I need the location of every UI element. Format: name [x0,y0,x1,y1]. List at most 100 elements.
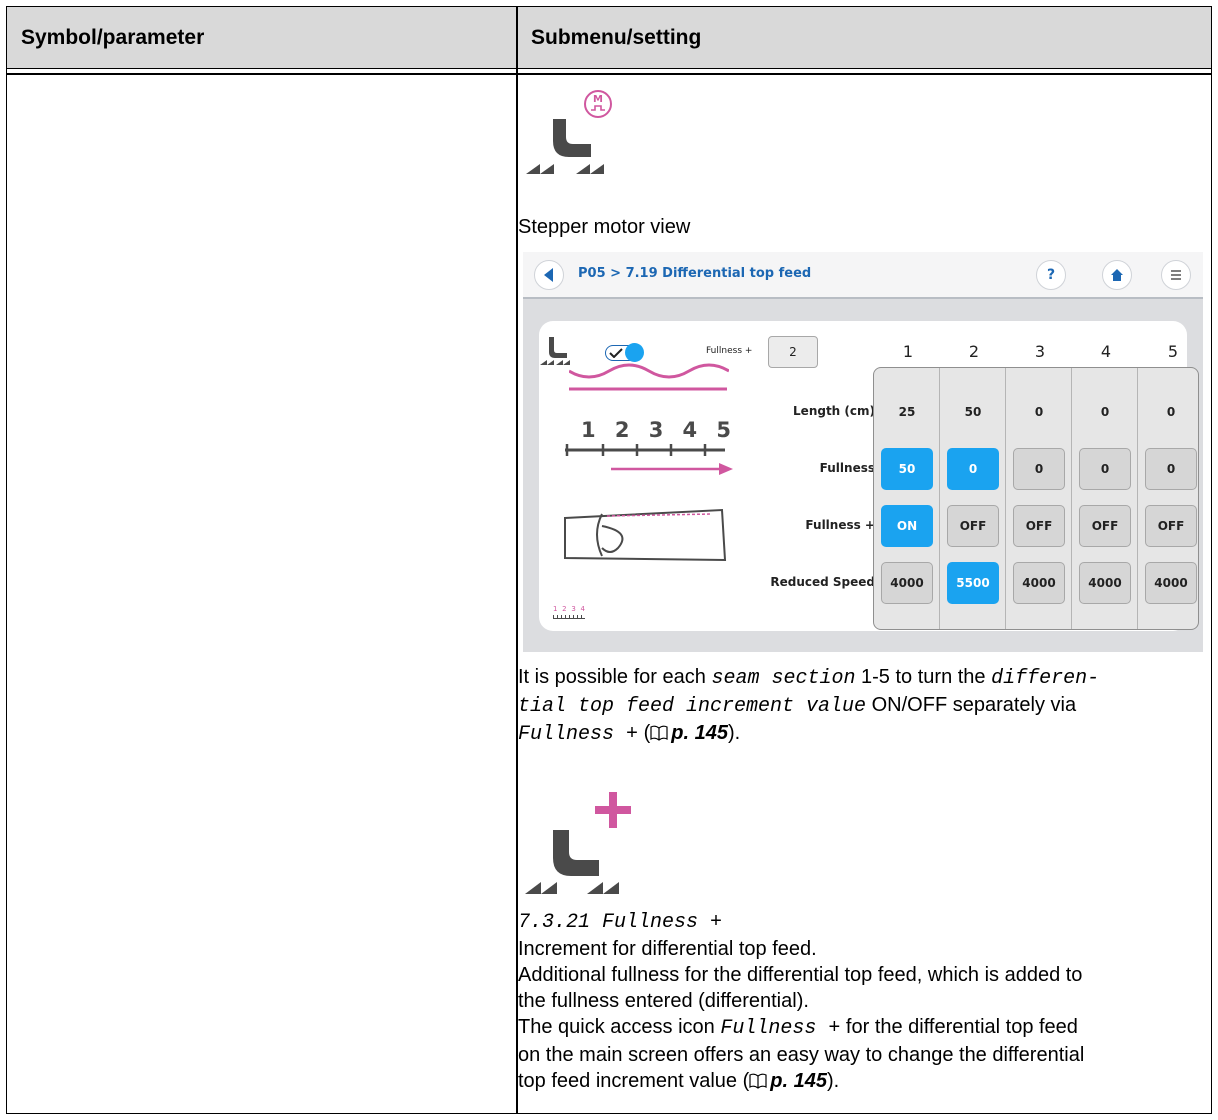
section-heading: 7.3.21 Fullness + [518,911,723,934]
column-number: 3 [1034,342,1046,361]
breadcrumb: P05 > 7.19 Differential top feed [578,266,812,281]
ruler-number: 1 [581,418,596,442]
fullness-plus-caption: Fullness + [706,346,753,356]
text: It is possible for each [518,666,712,688]
fullness-plus-cell[interactable]: OFF [1145,505,1197,547]
reduced-speed-cell[interactable]: 4000 [1145,562,1197,604]
motor-badge-letter: M [593,94,603,105]
fullness-plus-value-field[interactable]: 2 [768,336,818,368]
menu-button[interactable] [1161,260,1191,290]
header-divider [7,73,1211,75]
text: ). [727,722,741,744]
reduced-speed-cell[interactable]: 5500 [947,562,999,604]
length-cell: 0 [1100,405,1110,419]
length-cell: 0 [1034,405,1044,419]
reduced-speed-cell[interactable]: 4000 [881,562,933,604]
back-button[interactable] [534,260,564,290]
mini-ruler-scale [553,615,585,619]
mini-ruler-numbers: 1 2 3 4 [553,605,585,613]
home-icon [1111,269,1123,281]
fullness-plus-description: 7.3.21 Fullness + Increment for differen… [518,910,1208,1096]
column-number: 5 [1167,342,1179,361]
table-header: Symbol/parameter Submenu/setting [7,7,1211,69]
description-line: Additional fullness for the differential… [518,964,1083,986]
description-line: The quick access icon Fullness + for the… [518,1014,1208,1042]
row-label-fullness: Fullness [819,461,875,475]
text: for the differential top feed [840,1016,1078,1038]
description-line: top feed increment value ( p. 145). [518,1068,1208,1096]
text: ON/OFF separately via [866,694,1077,716]
ruler-number: 2 [614,418,630,442]
seam-section-paragraph: It is possible for each seam section 1-5… [518,664,1208,748]
mini-ruler-number: 2 [562,605,567,613]
row-label-length: Length (cm) [793,404,875,418]
fullness-cell[interactable]: 0 [947,448,999,490]
book-icon [650,722,668,748]
fabric-wave-icon [569,363,729,391]
description-line: the fullness entered (differential). [518,990,809,1012]
fullness-cell[interactable]: 0 [1013,448,1065,490]
row-label-reduced-speed: Reduced Speed [770,575,875,589]
seam-section-term: seam section [711,667,856,690]
description-line: Increment for differential top feed. [518,938,817,960]
column-number: 1 [902,342,914,361]
fullness-plus-icon [523,786,643,898]
paragraph-line: It is possible for each seam section 1-5… [518,664,1208,692]
fullness-cell[interactable]: 0 [1145,448,1197,490]
mini-ruler-number: 1 [553,605,558,613]
column-number: 4 [1100,342,1112,361]
grid-separator [1137,368,1138,629]
paragraph-line: tial top feed increment value ON/OFF sep… [518,692,1208,720]
reduced-speed-cell[interactable]: 4000 [1013,562,1065,604]
fullness-plus-cell[interactable]: OFF [947,505,999,547]
header-symbol-parameter: Symbol/parameter [21,26,205,49]
check-icon [609,348,623,358]
fullness-plus-cell[interactable]: OFF [1079,505,1131,547]
grid-separator [1005,368,1006,629]
increment-value-term: tial top feed increment value [518,695,867,718]
length-cell: 25 [898,405,916,419]
header-submenu-setting: Submenu/setting [531,26,702,49]
reduced-speed-cell[interactable]: 4000 [1079,562,1131,604]
text: The quick access icon [518,1016,721,1038]
text: top feed increment value ( [518,1070,750,1092]
column-number: 2 [968,342,980,361]
ruler-arrow-icon [565,444,733,475]
help-icon: ? [1046,267,1056,283]
length-cell: 0 [1166,405,1176,419]
mini-ruler-icon[interactable]: 1 2 3 4 [553,605,585,625]
paragraph-line: Fullness + ( p. 145). [518,720,1208,748]
app-screenshot: P05 > 7.19 Differential top feed ? 1 2 3… [523,252,1203,652]
text: 1-5 to turn the [855,666,992,688]
stepper-caption: Stepper motor view [518,216,691,238]
grid-separator [939,368,940,629]
fullness-cell[interactable]: 50 [881,448,933,490]
book-icon [749,1070,767,1096]
page-reference-link[interactable]: p. 145 [671,722,728,744]
ruler-numbers: 1 2 3 4 5 [581,418,731,442]
ruler-number: 3 [648,418,664,442]
seam-section-grid: 25 50 0 0 0 50 0 0 0 0 ON OFF OFF OFF OF… [873,367,1199,630]
description-line: on the main screen offers an easy way to… [518,1044,1085,1066]
home-button[interactable] [1102,260,1132,290]
fullness-plus-term: Fullness + [518,723,639,746]
hamburger-icon [1171,270,1181,280]
fullness-plus-cell[interactable]: ON [881,505,933,547]
stepper-motor-icon: M [523,86,623,178]
app-header-bar: P05 > 7.19 Differential top feed ? [523,252,1203,299]
help-button[interactable]: ? [1036,260,1066,290]
page-reference-link[interactable]: p. 145 [770,1070,827,1092]
ruler-number: 4 [682,418,698,442]
mini-ruler-number: 3 [571,605,576,613]
garment-piece-icon [564,508,727,562]
fullness-plus-cell[interactable]: OFF [1013,505,1065,547]
text: ( [638,722,651,744]
grid-separator [1071,368,1072,629]
fullness-cell[interactable]: 0 [1079,448,1131,490]
top-feed-icon [540,337,570,365]
text: ). [826,1070,840,1092]
back-arrow-icon [544,268,553,282]
differential-top-feed-card: 1 2 3 4 5 1 2 3 4 Fullness + 2 1 2 3 4 5… [539,321,1199,631]
ruler-number: 5 [716,418,731,442]
fullness-plus-term: Fullness + [720,1017,841,1040]
